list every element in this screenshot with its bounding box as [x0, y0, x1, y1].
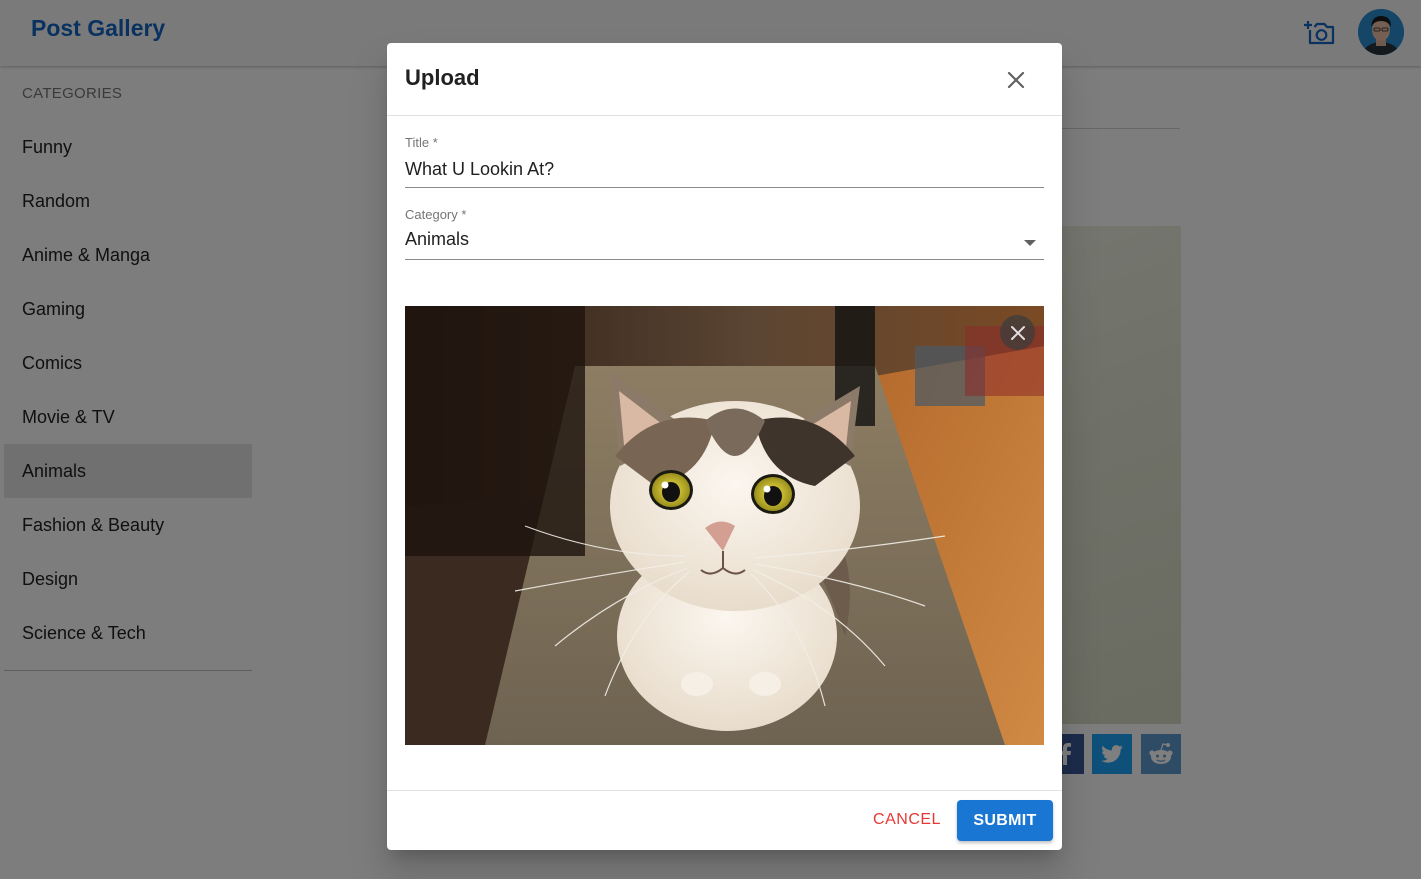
image-preview	[405, 306, 1044, 745]
category-underline	[405, 259, 1044, 260]
remove-image-button[interactable]	[1000, 315, 1035, 350]
dialog-header-divider	[387, 115, 1062, 116]
title-underline	[405, 187, 1044, 188]
close-icon	[1007, 71, 1025, 89]
dialog-footer-divider	[387, 790, 1062, 791]
category-select[interactable]: Category * Animals	[405, 207, 1044, 261]
title-label: Title *	[405, 135, 438, 150]
category-value[interactable]: Animals	[405, 229, 1044, 253]
dropdown-arrow-icon	[1024, 240, 1036, 246]
category-label: Category *	[405, 207, 467, 222]
dialog-title: Upload	[405, 65, 480, 90]
cancel-button[interactable]: CANCEL	[867, 802, 947, 838]
upload-dialog: Upload Title * Category * Animals	[387, 43, 1062, 850]
title-field: Title *	[405, 135, 1044, 189]
dialog-close-button[interactable]	[999, 63, 1033, 97]
title-input[interactable]	[405, 157, 1044, 181]
close-icon	[1010, 325, 1025, 340]
submit-button[interactable]: SUBMIT	[957, 800, 1053, 841]
cat-photo	[405, 306, 1044, 745]
